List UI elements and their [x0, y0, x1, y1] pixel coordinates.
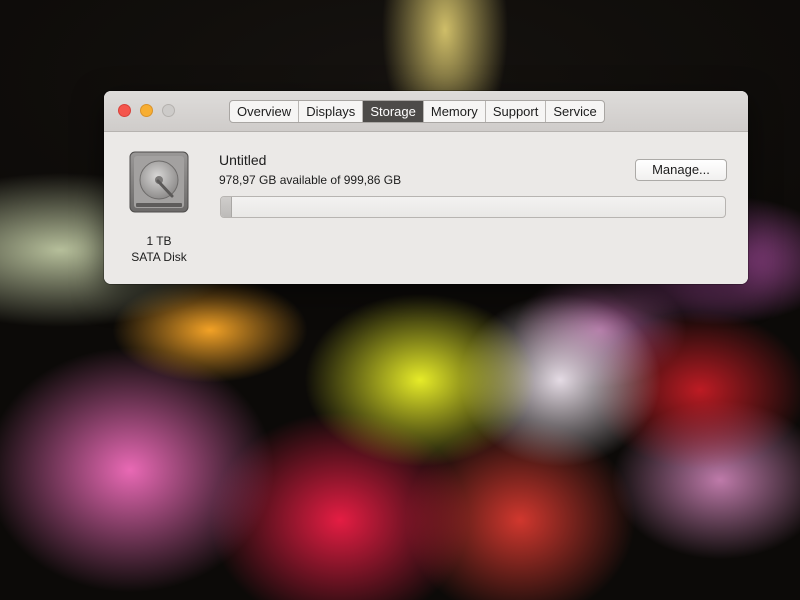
tab-overview[interactable]: Overview — [230, 101, 300, 122]
tab-bar: Overview Displays Storage Memory Support… — [229, 100, 605, 123]
manage-button[interactable]: Manage... — [635, 159, 727, 181]
storage-pane: 1 TB SATA Disk Untitled 978,97 GB availa… — [104, 132, 748, 284]
tab-service[interactable]: Service — [546, 101, 603, 122]
tab-displays[interactable]: Displays — [299, 101, 364, 122]
about-this-mac-window: Overview Displays Storage Memory Support… — [104, 91, 748, 284]
window-titlebar[interactable]: Overview Displays Storage Memory Support… — [104, 91, 748, 132]
disk-caption: 1 TB SATA Disk — [118, 233, 200, 265]
tab-storage[interactable]: Storage — [363, 101, 424, 122]
tab-memory[interactable]: Memory — [424, 101, 486, 122]
volume-availability: 978,97 GB available of 999,86 GB — [219, 173, 402, 187]
disk-type-label: SATA Disk — [131, 250, 187, 264]
minimize-window-button[interactable] — [140, 104, 153, 117]
tab-support[interactable]: Support — [486, 101, 547, 122]
zoom-window-button[interactable] — [162, 104, 175, 117]
storage-usage-bar — [220, 196, 726, 218]
volume-name: Untitled — [219, 152, 267, 168]
hard-drive-icon — [129, 151, 189, 213]
storage-used-segment — [221, 197, 232, 217]
close-window-button[interactable] — [118, 104, 131, 117]
desktop-wallpaper: Overview Displays Storage Memory Support… — [0, 0, 800, 600]
disk-capacity-label: 1 TB — [146, 234, 172, 248]
